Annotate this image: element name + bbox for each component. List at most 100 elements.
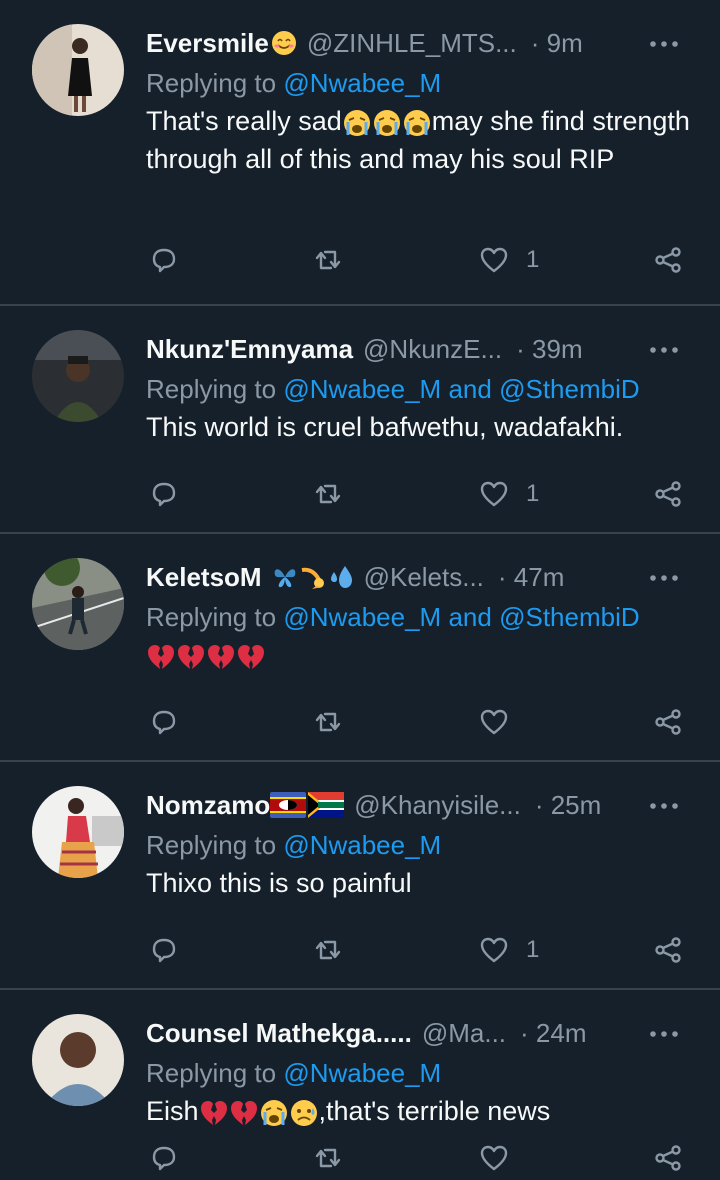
comet-emoji	[300, 564, 326, 590]
replying-to: Replying to @Nwabee_M	[146, 68, 442, 98]
crying-face-emoji	[402, 108, 432, 138]
mention-link[interactable]: @SthembiD	[499, 602, 640, 632]
mention-link[interactable]: @Nwabee_M	[283, 1058, 441, 1088]
share-button[interactable]	[652, 478, 684, 510]
reply-tweet[interactable]: Counsel Mathekga..... @Ma... · 24m Reply…	[0, 990, 720, 1180]
reply-button[interactable]	[148, 706, 180, 738]
droplets-emoji	[328, 564, 354, 590]
retweet-button[interactable]	[312, 1142, 344, 1174]
user-handle[interactable]: @Khanyisile...	[354, 790, 521, 821]
retweet-icon	[312, 478, 344, 510]
reply-button[interactable]	[148, 478, 180, 510]
retweet-icon	[312, 1142, 344, 1174]
reply-button[interactable]	[148, 1142, 180, 1174]
retweet-button[interactable]	[312, 706, 344, 738]
avatar[interactable]	[32, 786, 124, 878]
tweet-actions	[146, 1142, 706, 1180]
share-button[interactable]	[652, 706, 684, 738]
retweet-button[interactable]	[312, 478, 344, 510]
tweet-actions: 1	[146, 244, 706, 284]
avatar[interactable]	[32, 24, 124, 116]
retweet-button[interactable]	[312, 244, 344, 276]
avatar[interactable]	[32, 1014, 124, 1106]
south-africa-flag-emoji	[308, 792, 345, 818]
heart-icon	[478, 1142, 510, 1174]
tweet-header: Counsel Mathekga..... @Ma... · 24m	[146, 1012, 690, 1054]
tweet-header: Eversmile @ZINHLE_MTS... · 9m	[146, 22, 690, 64]
mention-link[interactable]: @Nwabee_M	[283, 374, 441, 404]
broken-heart-emoji	[229, 1098, 259, 1128]
share-button[interactable]	[652, 934, 684, 966]
user-handle[interactable]: @Ma...	[422, 1018, 506, 1049]
butterfly-emoji	[272, 564, 298, 590]
tweet-actions: 1	[146, 478, 706, 518]
reply-tweet[interactable]: Eversmile @ZINHLE_MTS... · 9m Replying t…	[0, 0, 720, 306]
tweet-header: KeletsoM @Kelets... · 47m	[146, 556, 690, 598]
mention-link[interactable]: @Nwabee_M	[283, 68, 441, 98]
timestamp[interactable]: · 39m	[516, 334, 582, 365]
avatar[interactable]	[32, 558, 124, 650]
broken-heart-emoji	[236, 642, 266, 672]
like-button[interactable]: 1	[478, 934, 539, 966]
replying-to: Replying to @Nwabee_M	[146, 830, 442, 860]
crying-face-emoji	[372, 108, 402, 138]
tweet-actions	[146, 706, 706, 746]
more-options-icon[interactable]	[644, 338, 684, 362]
tweet-header: Nkunz'Emnyama @NkunzE... · 39m	[146, 328, 690, 370]
heart-icon	[478, 478, 510, 510]
more-options-icon[interactable]	[644, 1022, 684, 1046]
heart-icon	[478, 706, 510, 738]
like-button[interactable]	[478, 706, 526, 738]
reply-button[interactable]	[148, 934, 180, 966]
display-name[interactable]: Counsel Mathekga.....	[146, 1018, 412, 1049]
mention-link[interactable]: @Nwabee_M	[283, 602, 441, 632]
reply-tweet[interactable]: KeletsoM @Kelets... · 47m Replying to @N…	[0, 534, 720, 762]
reply-feed: Eversmile @ZINHLE_MTS... · 9m Replying t…	[0, 0, 720, 1180]
share-button[interactable]	[652, 1142, 684, 1174]
user-handle[interactable]: @NkunzE...	[363, 334, 502, 365]
tweet-text: Thixo this is so painful	[146, 868, 412, 898]
reply-tweet[interactable]: Nkunz'Emnyama @NkunzE... · 39m Replying …	[0, 306, 720, 534]
tweet-text: Eish ,that's terrible news	[146, 1096, 551, 1128]
retweet-button[interactable]	[312, 934, 344, 966]
timestamp[interactable]: · 9m	[531, 28, 583, 59]
reply-icon	[148, 1142, 180, 1174]
replying-to: Replying to @Nwabee_M and @SthembiD	[146, 374, 640, 404]
timestamp[interactable]: · 47m	[498, 562, 564, 593]
display-name[interactable]: Nomzamo	[146, 790, 270, 821]
broken-heart-emoji	[146, 642, 176, 672]
more-options-icon[interactable]	[644, 794, 684, 818]
retweet-icon	[312, 244, 344, 276]
reply-icon	[148, 934, 180, 966]
eswatini-flag-emoji	[270, 792, 307, 818]
reply-button[interactable]	[148, 244, 180, 276]
like-button[interactable]	[478, 1142, 526, 1174]
user-handle[interactable]: @Kelets...	[364, 562, 484, 593]
like-button[interactable]: 1	[478, 478, 539, 510]
timestamp[interactable]: · 24m	[520, 1018, 586, 1049]
tweet-text: That's really sad may she find strength t…	[146, 106, 690, 174]
display-name[interactable]: Eversmile	[146, 28, 269, 59]
user-handle[interactable]: @ZINHLE_MTS...	[307, 28, 517, 59]
tweet-text	[146, 636, 690, 674]
display-name[interactable]: Nkunz'Emnyama	[146, 334, 353, 365]
reply-tweet[interactable]: Nomzamo @Khanyisile... · 25m Replying to…	[0, 762, 720, 990]
mention-link[interactable]: @SthembiD	[499, 374, 640, 404]
share-icon	[652, 706, 684, 738]
share-icon	[652, 478, 684, 510]
tweet-actions: 1	[146, 934, 706, 974]
avatar[interactable]	[32, 330, 124, 422]
like-count: 1	[526, 480, 540, 507]
display-name[interactable]: KeletsoM	[146, 562, 262, 593]
crying-face-emoji	[259, 1098, 289, 1128]
more-options-icon[interactable]	[644, 566, 684, 590]
sad-relieved-face-emoji	[289, 1098, 319, 1128]
more-options-icon[interactable]	[644, 32, 684, 56]
like-button[interactable]: 1	[478, 244, 539, 276]
retweet-icon	[312, 934, 344, 966]
reply-icon	[148, 478, 180, 510]
timestamp[interactable]: · 25m	[535, 790, 601, 821]
share-button[interactable]	[652, 244, 684, 276]
crying-face-emoji	[342, 108, 372, 138]
mention-link[interactable]: @Nwabee_M	[283, 830, 441, 860]
